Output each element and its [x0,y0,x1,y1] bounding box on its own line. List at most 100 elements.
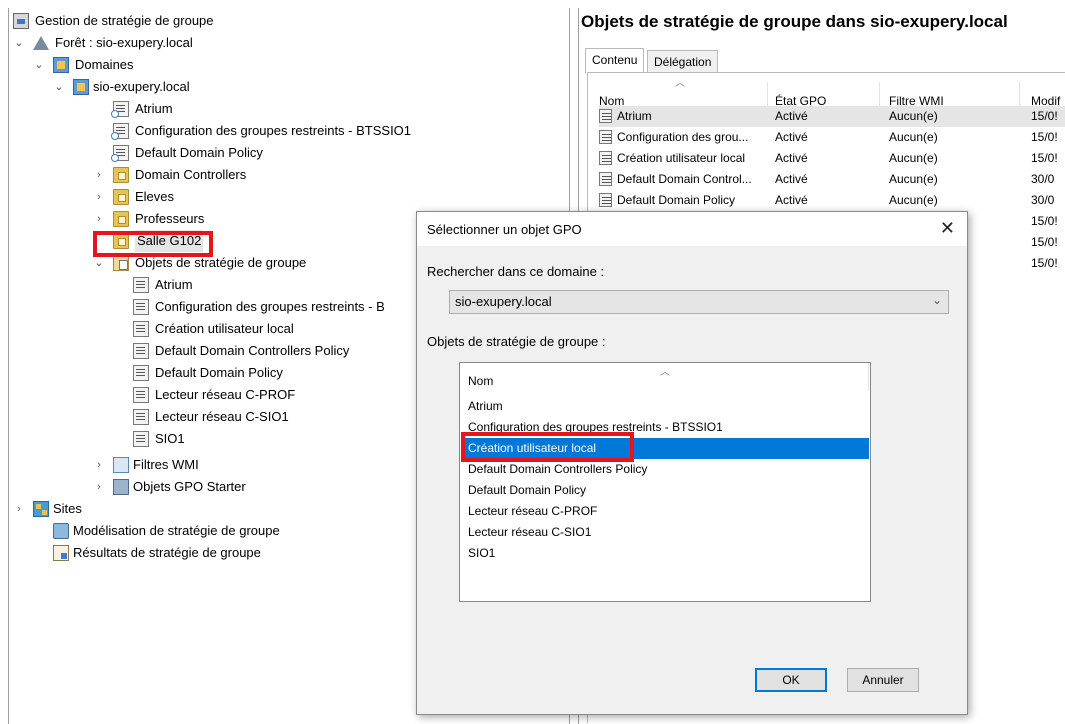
table-row[interactable]: Atrium Activé Aucun(e) 15/0! [599,106,1065,127]
chevron-right-icon[interactable]: › [93,476,105,498]
tree-label: Default Domain Policy [135,145,263,160]
table-row[interactable]: Default Domain Control... Activé Aucun(e… [599,169,1065,190]
table-row[interactable]: Configuration des grou... Activé Aucun(e… [599,127,1065,148]
ok-button[interactable]: OK [755,668,827,692]
table-row[interactable]: Création utilisateur local Activé Aucun(… [599,148,1065,169]
ou-folder-icon [113,211,129,227]
row-wmi: Aucun(e) [889,193,938,207]
chevron-right-icon[interactable]: › [93,454,105,476]
chevron-right-icon[interactable]: › [93,186,105,208]
dialog-titlebar[interactable]: Sélectionner un objet GPO ✕ [417,212,967,246]
tab-contenu[interactable]: Contenu [585,48,645,73]
row-state: Activé [775,109,808,123]
gpo-icon [133,431,149,447]
tab-delegation[interactable]: Délégation [647,50,719,73]
row-modified: 30/0 [1031,172,1055,186]
row-state: Activé [775,130,808,144]
tree-label: Default Domain Controllers Policy [155,343,350,358]
row-modified: 30/0 [1031,193,1055,207]
ou-folder-icon [113,167,129,183]
row-modified: 15/0! [1031,256,1058,270]
search-domain-label: Rechercher dans ce domaine : [427,264,605,279]
gpo-icon [133,365,149,381]
gpo-icon [133,409,149,425]
ou-folder-icon [113,189,129,205]
highlight-box-selected-gpo [461,432,634,462]
gpo-icon [133,299,149,315]
chevron-right-icon[interactable]: › [93,164,105,186]
chevron-down-icon[interactable]: ⌄ [33,54,45,76]
gpo-link-icon [111,101,129,118]
list-item[interactable]: Default Domain Controllers Policy [461,459,869,480]
cancel-button[interactable]: Annuler [847,668,919,692]
tree-label: Filtres WMI [133,457,199,472]
row-name: Configuration des grou... [617,130,749,144]
gpo-container-icon [113,255,129,271]
list-column-header[interactable]: ︿ Nom [460,363,870,393]
chevron-down-icon[interactable]: ⌄ [53,76,65,98]
gpo-icon [599,172,612,186]
row-wmi: Aucun(e) [889,109,938,123]
list-item[interactable]: Atrium [461,396,869,417]
row-state: Activé [775,193,808,207]
row-modified: 15/0! [1031,151,1058,165]
pane-title: Objets de stratégie de groupe dans sio-e… [581,12,1008,31]
gpo-link-icon [111,123,129,140]
list-item-label: SIO1 [468,546,496,560]
column-separator [1019,82,1020,108]
gpo-icon [133,343,149,359]
row-name: Default Domain Control... [617,172,752,186]
highlight-box-salle-g102 [93,231,213,257]
column-separator [879,82,880,108]
tree-label: Configuration des groupes restreints - B [155,299,385,314]
list-item-label: Default Domain Controllers Policy [468,462,648,476]
results-icon [53,545,69,561]
column-separator [868,363,869,391]
gpo-icon [133,387,149,403]
list-item-label: Atrium [468,399,503,413]
row-state: Activé [775,151,808,165]
table-row[interactable]: Default Domain Policy Activé Aucun(e) 30… [599,190,1065,211]
tree-label: Eleves [135,189,175,204]
tree-label: Domaines [75,57,134,72]
close-icon[interactable]: ✕ [940,218,955,239]
wmi-filter-icon [113,457,129,473]
list-item-label: Default Domain Policy [468,483,587,497]
chevron-right-icon[interactable]: › [93,208,105,230]
tree-label: SIO1 [155,431,185,446]
sort-ascending-icon: ︿ [660,367,670,378]
column-header-name: Nom [468,374,494,388]
list-item[interactable]: Lecteur réseau C-PROF [461,501,869,522]
tree-label: Objets GPO Starter [133,479,246,494]
domains-icon [53,57,69,73]
tree-label: Lecteur réseau C-PROF [155,387,296,402]
gpo-listview[interactable]: ︿ Nom Atrium Configuration des groupes r… [459,362,871,602]
row-name: Création utilisateur local [617,151,746,165]
tree-label: Atrium [155,277,193,292]
gpo-icon [599,193,612,207]
gpo-icon [599,151,612,165]
tree-label: Sites [53,501,82,516]
tree-label: Résultats de stratégie de groupe [73,545,261,560]
dialog-title: Sélectionner un objet GPO [427,222,582,237]
list-item-label: Lecteur réseau C-PROF [468,504,598,518]
list-item[interactable]: SIO1 [461,543,869,564]
tree-label: sio-exupery.local [93,79,190,94]
row-name: Atrium [617,109,652,123]
gpo-icon [599,130,612,144]
domain-select[interactable]: sio-exupery.local ⌄ [449,290,949,314]
row-wmi: Aucun(e) [889,172,938,186]
list-item[interactable]: Lecteur réseau C-SIO1 [461,522,869,543]
list-item[interactable]: Default Domain Policy [461,480,869,501]
row-wmi: Aucun(e) [889,151,938,165]
domain-select-value: sio-exupery.local [455,294,552,309]
sort-ascending-icon: ︿ [675,78,685,89]
domain-icon [73,79,89,95]
row-wmi: Aucun(e) [889,130,938,144]
chevron-right-icon[interactable]: › [13,498,25,520]
row-modified: 15/0! [1031,214,1058,228]
chevron-down-icon[interactable]: ⌄ [13,32,25,54]
starter-gpo-icon [113,479,129,495]
tree-label: Configuration des groupes restreints - B… [135,123,412,138]
tree-label: Gestion de stratégie de groupe [35,13,214,28]
